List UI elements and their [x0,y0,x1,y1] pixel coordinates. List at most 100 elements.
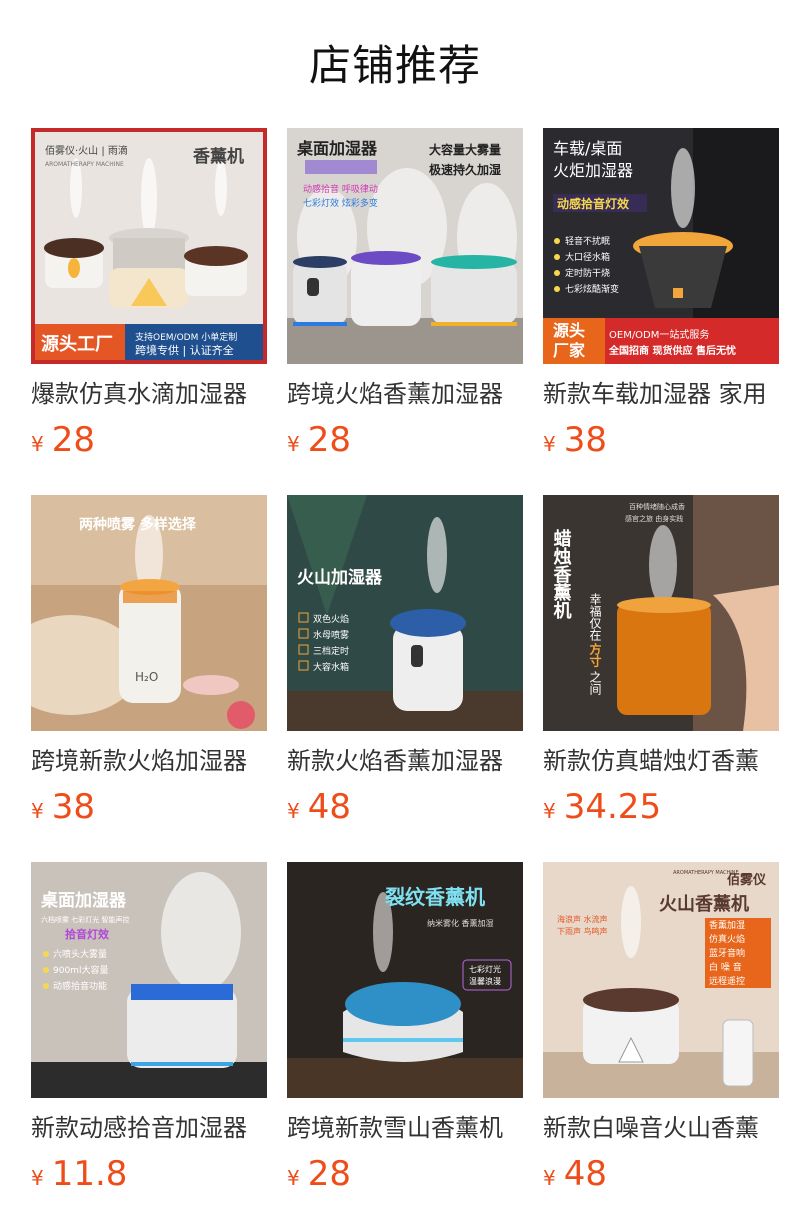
product-title[interactable]: 爆款仿真水滴加湿器 [31,376,267,412]
product-title[interactable]: 新款火焰香薰加湿器 [287,743,523,779]
image-feature: 动感拾音灯效 [557,196,630,211]
price-amount: 28 [307,420,351,460]
image-tagline: 百种情绪随心成香 [629,502,685,511]
image-headline: 两种喷雾 多样选择 [79,516,197,533]
currency-symbol: ¥ [543,432,556,456]
image-footer-2: 全国招商 现货供应 售后无忧 [608,344,736,357]
product-title[interactable]: 跨境新款火焰加湿器 [31,743,267,779]
image-footer-2: 跨境专供 | 认证齐全 [135,343,234,357]
image-headline: 桌面加湿器 [41,891,127,911]
image-vertical-1: 蜡烛香薰机 [551,529,573,620]
bullet-4: 七彩炫酷渐变 [565,283,619,295]
image-sub: 六档喷雾 七彩灯光 智能声控 [41,915,129,924]
image-sounds-2: 下雨声 鸟鸣声 [557,926,608,936]
image-footer-1: OEM/ODM一站式服务 [609,328,709,341]
price-amount: 28 [307,1154,351,1194]
image-sub-2: 极速持久加湿 [429,162,501,177]
product-card[interactable]: 车载/桌面 火炬加湿器 动感拾音灯效 轻音不扰眠 大口径水箱 定时防干烧 七彩炫… [543,128,779,462]
image-label: H₂O [135,670,158,684]
bullet-2: 仿真火焰 [709,933,745,945]
product-image[interactable]: 百种情绪随心成香 感官之旅 由身实践 蜡烛香薰机 幸福仅在 方寸 之间 [543,495,779,731]
image-feature: 拾音灯效 [65,927,110,941]
image-badge-2: 温馨浪漫 [469,976,501,986]
image-badge-1: 源头 [553,321,585,340]
brand-line: 佰雾仪·火山 | 雨滴 [45,144,128,157]
bullet-3: 动感拾音功能 [53,980,107,992]
product-title[interactable]: 新款动感拾音加湿器 [31,1110,267,1146]
product-card[interactable]: 桌面加湿器 大容量大雾量 极速持久加湿 动感拾音 呼吸律动 七彩灯效 炫彩多变 … [287,128,523,462]
image-vertical-3: 方寸 [588,642,602,668]
product-card[interactable]: 佰雾仪 AROMATHERAPY MACHINE 火山香薰机 海浪声 水流声 下… [543,862,779,1196]
product-price: ¥ 28 [287,418,523,462]
product-card[interactable]: 裂纹香薰机 纳米雾化 香薰加湿 七彩灯光 温馨浪漫 跨境新款雪山香薰机 ¥ 28 [287,862,523,1196]
bullet-1: 香薰加湿 [709,919,745,931]
product-price: ¥ 38 [543,418,779,462]
product-image[interactable]: 佰雾仪·火山 | 雨滴 AROMATHERAPY MACHINE 香薰机 源头工… [31,128,267,364]
image-badge-2: 厂家 [553,341,586,360]
price-amount: 28 [51,420,95,460]
image-headline: 火山香薰机 [659,893,749,915]
product-image[interactable]: 车载/桌面 火炬加湿器 动感拾音灯效 轻音不扰眠 大口径水箱 定时防干烧 七彩炫… [543,128,779,364]
image-vertical-4: 之间 [588,671,602,695]
bullet-4: 大容水箱 [313,661,349,673]
product-card[interactable]: 火山加湿器 双色火焰 水母喷雾 三档定时 大容水箱 新款火焰香薰加湿器 ¥ 48 [287,495,523,829]
currency-symbol: ¥ [287,1166,300,1190]
bullet-4: 白 噪 音 [709,961,742,973]
image-headline: 火山加湿器 [297,568,383,588]
currency-symbol: ¥ [543,1166,556,1190]
currency-symbol: ¥ [31,1166,44,1190]
image-sub-1: 大容量大雾量 [429,142,501,157]
price-amount: 38 [51,787,95,827]
currency-symbol: ¥ [31,432,44,456]
product-price: ¥ 48 [287,785,523,829]
product-title[interactable]: 新款车载加湿器 家用 [543,376,779,412]
image-vertical-2: 幸福仅在 [588,593,602,641]
product-price: ¥ 38 [31,785,267,829]
product-title[interactable]: 新款白噪音火山香薰 [543,1110,779,1146]
currency-symbol: ¥ [287,432,300,456]
image-feature-2: 七彩灯效 炫彩多变 [303,197,378,209]
price-amount: 38 [563,420,607,460]
image-sounds-1: 海浪声 水流声 [557,914,608,924]
bullet-1: 双色火焰 [313,613,349,625]
image-badge: 源头工厂 [41,333,113,355]
image-brand-sub: AROMATHERAPY MACHINE [673,870,739,876]
image-tagline-2: 感官之旅 由身实践 [625,514,683,523]
product-image[interactable]: 佰雾仪 AROMATHERAPY MACHINE 火山香薰机 海浪声 水流声 下… [543,862,779,1098]
image-footer-1: 支持OEM/ODM 小单定制 [135,331,237,343]
bullet-1: 六喷头大雾量 [53,948,107,960]
image-headline-1: 车载/桌面 [553,139,622,158]
bullet-3: 蓝牙音响 [709,947,745,959]
product-image[interactable]: 两种喷雾 多样选择 H₂O [31,495,267,731]
image-headline: 香薰机 [193,146,244,167]
product-title[interactable]: 跨境火焰香薰加湿器 [287,376,523,412]
section-title: 店铺推荐 [308,41,481,90]
product-price: ¥ 11.8 [31,1152,267,1196]
image-badge-1: 七彩灯光 [469,964,501,974]
image-sub: 纳米雾化 香薰加湿 [427,918,494,928]
product-card[interactable]: 佰雾仪·火山 | 雨滴 AROMATHERAPY MACHINE 香薰机 源头工… [31,128,267,462]
product-card[interactable]: 百种情绪随心成香 感官之旅 由身实践 蜡烛香薰机 幸福仅在 方寸 之间 新款仿真… [543,495,779,829]
product-image[interactable]: 桌面加湿器 六档喷雾 七彩灯光 智能声控 拾音灯效 六喷头大雾量 900ml大容… [31,862,267,1098]
product-title[interactable]: 新款仿真蜡烛灯香薰 [543,743,779,779]
brand-sub: AROMATHERAPY MACHINE [45,161,124,168]
currency-symbol: ¥ [31,799,44,823]
image-headline: 裂纹香薰机 [385,885,485,909]
image-headline-2: 火炬加湿器 [553,161,633,180]
product-image[interactable]: 火山加湿器 双色火焰 水母喷雾 三档定时 大容水箱 [287,495,523,731]
price-amount: 48 [563,1154,607,1194]
product-card[interactable]: 两种喷雾 多样选择 H₂O 跨境新款火焰加湿器 ¥ 38 [31,495,267,829]
image-feature-1: 动感拾音 呼吸律动 [303,183,378,195]
bullet-2: 水母喷雾 [313,629,349,641]
product-image[interactable]: 裂纹香薰机 纳米雾化 香薰加湿 七彩灯光 温馨浪漫 [287,862,523,1098]
product-title[interactable]: 跨境新款雪山香薰机 [287,1110,523,1146]
product-image[interactable]: 桌面加湿器 大容量大雾量 极速持久加湿 动感拾音 呼吸律动 七彩灯效 炫彩多变 [287,128,523,364]
product-price: ¥ 34.25 [543,785,779,829]
currency-symbol: ¥ [543,799,556,823]
product-price: ¥ 28 [287,1152,523,1196]
bullet-3: 三档定时 [313,645,349,657]
currency-symbol: ¥ [287,799,300,823]
price-amount: 11.8 [51,1154,128,1194]
product-card[interactable]: 桌面加湿器 六档喷雾 七彩灯光 智能声控 拾音灯效 六喷头大雾量 900ml大容… [31,862,267,1196]
bullet-1: 轻音不扰眠 [565,235,610,247]
